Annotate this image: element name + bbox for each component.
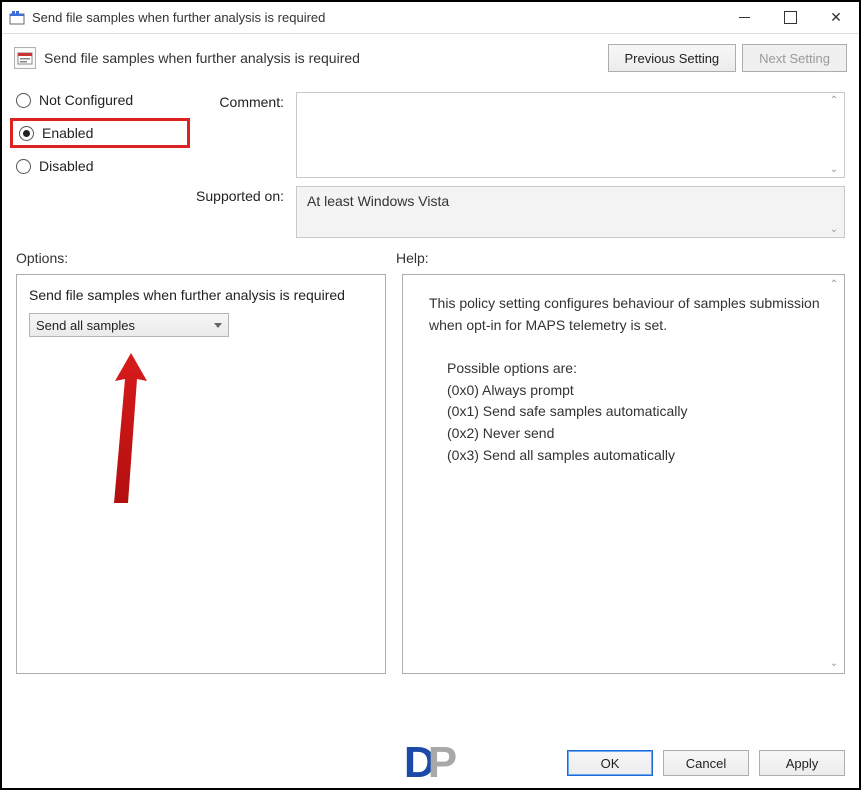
dropdown-value: Send all samples xyxy=(36,318,135,333)
scrollbar-icon[interactable]: ⌄ xyxy=(827,189,841,235)
section-labels: Options: Help: xyxy=(2,244,859,270)
supported-on-text: At least Windows Vista xyxy=(307,193,449,209)
minimize-button[interactable] xyxy=(721,2,767,33)
watermark-d: D xyxy=(404,745,436,780)
watermark-p: P xyxy=(428,745,457,780)
radio-icon xyxy=(16,93,31,108)
options-section-label: Options: xyxy=(16,250,396,266)
sample-submission-dropdown[interactable]: Send all samples xyxy=(29,313,229,337)
help-section-label: Help: xyxy=(396,250,845,266)
window-controls xyxy=(721,2,859,33)
previous-setting-button[interactable]: Previous Setting xyxy=(608,44,737,72)
help-pane: This policy setting configures behaviour… xyxy=(402,274,845,674)
chevron-down-icon xyxy=(214,323,222,328)
scrollbar-icon[interactable]: ⌃⌄ xyxy=(827,279,841,669)
radio-enabled[interactable]: Enabled xyxy=(10,118,190,148)
titlebar: Send file samples when further analysis … xyxy=(2,2,859,34)
help-option-3: (0x3) Send all samples automatically xyxy=(447,445,824,467)
supported-on-label: Supported on: xyxy=(190,186,290,204)
radio-icon xyxy=(16,159,31,174)
radio-label: Disabled xyxy=(39,158,93,174)
help-option-0: (0x0) Always prompt xyxy=(447,380,824,402)
state-radios: Not Configured Enabled Disabled xyxy=(16,92,184,174)
radio-label: Not Configured xyxy=(39,92,133,108)
policy-title: Send file samples when further analysis … xyxy=(44,50,360,66)
close-button[interactable] xyxy=(813,2,859,33)
help-option-1: (0x1) Send safe samples automatically xyxy=(447,401,824,423)
radio-icon xyxy=(19,126,34,141)
app-icon xyxy=(8,9,26,27)
config-grid: Not Configured Enabled Disabled Comment:… xyxy=(2,80,859,244)
maximize-button[interactable] xyxy=(767,2,813,33)
options-pane: Send file samples when further analysis … xyxy=(16,274,386,674)
supported-on-value: At least Windows Vista ⌄ xyxy=(296,186,845,238)
next-setting-button[interactable]: Next Setting xyxy=(742,44,847,72)
help-option-2: (0x2) Never send xyxy=(447,423,824,445)
ok-button[interactable]: OK xyxy=(567,750,653,776)
cancel-button[interactable]: Cancel xyxy=(663,750,749,776)
help-intro: This policy setting configures behaviour… xyxy=(429,293,824,336)
policy-icon xyxy=(14,47,36,69)
help-text: This policy setting configures behaviour… xyxy=(429,293,824,467)
window-title: Send file samples when further analysis … xyxy=(32,10,325,25)
lower-panes: Send file samples when further analysis … xyxy=(2,270,859,674)
watermark-logo: D P xyxy=(404,745,457,780)
annotation-arrow-icon xyxy=(107,353,147,503)
option-field-label: Send file samples when further analysis … xyxy=(29,287,373,303)
radio-disabled[interactable]: Disabled xyxy=(16,158,184,174)
comment-label: Comment: xyxy=(190,92,290,110)
help-possible-label: Possible options are: xyxy=(447,358,824,380)
radio-label: Enabled xyxy=(42,125,93,141)
policy-header: Send file samples when further analysis … xyxy=(2,34,859,80)
apply-button[interactable]: Apply xyxy=(759,750,845,776)
radio-not-configured[interactable]: Not Configured xyxy=(16,92,184,108)
dialog-button-bar: OK Cancel Apply xyxy=(567,750,845,776)
comment-textarea[interactable]: ⌃⌄ xyxy=(296,92,845,178)
scrollbar-icon[interactable]: ⌃⌄ xyxy=(827,95,841,175)
